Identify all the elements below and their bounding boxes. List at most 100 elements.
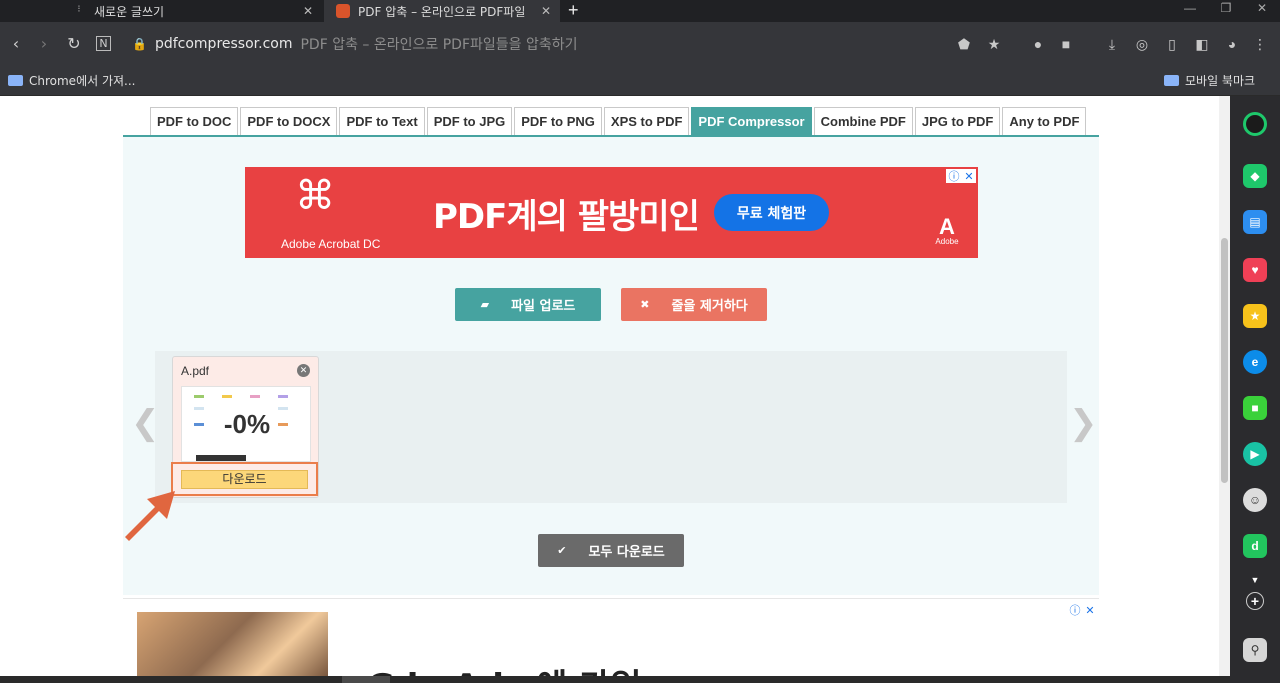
ad-choices[interactable]: ⓘ ✕ xyxy=(1067,603,1097,617)
tab-combine-pdf[interactable]: Combine PDF xyxy=(813,107,913,135)
tab-any-to-pdf[interactable]: Any to PDF xyxy=(1002,107,1087,135)
web-page: PDF to DOC PDF to DOCX PDF to Text PDF t… xyxy=(0,96,1219,676)
tab-title: 새로운 글쓰기 xyxy=(94,4,165,19)
download-all-button[interactable]: ✔ 모두 다운로드 xyxy=(538,534,684,567)
scroll-left-icon[interactable]: ❮ xyxy=(131,403,160,443)
horizontal-scrollbar[interactable] xyxy=(0,676,1230,683)
close-tab-icon[interactable]: ✕ xyxy=(300,4,316,18)
forward-icon[interactable]: › xyxy=(34,34,54,54)
tab-pdf-to-png[interactable]: PDF to PNG xyxy=(514,107,602,135)
inbox-icon[interactable]: ▤ xyxy=(1243,210,1267,234)
scroll-right-icon[interactable]: ❯ xyxy=(1069,403,1098,443)
thumb-block xyxy=(278,395,288,398)
chevron-down-icon[interactable]: ▼ xyxy=(1243,568,1267,592)
square-app-icon[interactable]: ■ xyxy=(1243,396,1267,420)
upload-files-button[interactable]: ▰ 파일 업로드 xyxy=(455,288,601,321)
hscroll-thumb[interactable] xyxy=(342,676,390,683)
tools-nav: PDF to DOC PDF to DOCX PDF to Text PDF t… xyxy=(150,107,1087,135)
url-host: pdfcompressor.com xyxy=(154,36,293,52)
reload-icon[interactable]: ↻ xyxy=(64,34,84,54)
play-icon[interactable]: ▶ xyxy=(1243,442,1267,466)
lock-icon: 🔒 xyxy=(132,37,147,51)
tab-pdf-to-text[interactable]: PDF to Text xyxy=(339,107,425,135)
pocket-icon[interactable]: ♥ xyxy=(1243,258,1267,282)
star-icon[interactable]: ★ xyxy=(984,34,1004,54)
minimize-icon[interactable]: — xyxy=(1170,0,1210,22)
tab-pdf-compressor[interactable]: PDF Compressor xyxy=(691,107,812,135)
edge-icon[interactable]: e xyxy=(1243,350,1267,374)
green-circle-icon[interactable] xyxy=(1243,112,1267,136)
info-icon[interactable]: ⓘ xyxy=(948,168,959,184)
share-icon[interactable]: ● xyxy=(1028,34,1048,54)
clear-queue-button[interactable]: ✖ 줄을 제거하다 xyxy=(621,288,767,321)
pin-icon[interactable]: ⚲ xyxy=(1243,638,1267,662)
ad-cta-button[interactable]: 무료 체험판 xyxy=(714,194,829,231)
side-panel: ◆ ▤ ♥ ★ e ■ ▶ ☺ d ▼ + ⚲ xyxy=(1230,96,1280,683)
file-name: A.pdf xyxy=(181,364,210,378)
close-ad-icon[interactable]: ✕ xyxy=(1085,604,1094,617)
compression-percent: -0% xyxy=(223,409,271,439)
face-avatar-icon[interactable]: ☺ xyxy=(1243,488,1267,512)
tab-pdf-to-doc[interactable]: PDF to DOC xyxy=(150,107,239,135)
tab-pdf-to-jpg[interactable]: PDF to JPG xyxy=(426,107,513,135)
adobe-ad-banner[interactable]: ⌘ Adobe Acrobat DC PDF계의 팔방미인 무료 체험판 A A… xyxy=(245,167,978,258)
extension-icon[interactable]: ■ xyxy=(1056,34,1076,54)
scrollbar-thumb[interactable] xyxy=(1221,238,1228,483)
address-toolbar: ‹ › ↻ N 🔒 pdfcompressor.com PDF 압축 – 온라인… xyxy=(0,22,1280,66)
adobe-logo: A Adobe xyxy=(935,214,959,249)
download-highlight: 다운로드 xyxy=(171,462,318,496)
thumb-block xyxy=(250,395,260,398)
ad-choices[interactable]: ⓘ ✕ xyxy=(946,169,976,183)
page-scrollbar[interactable] xyxy=(1219,96,1230,676)
remove-file-icon[interactable]: ✕ xyxy=(297,364,310,377)
tistory-icon: ⁝ xyxy=(72,4,86,18)
acrobat-logo-icon: ⌘ xyxy=(295,173,335,219)
bell-icon[interactable]: ◆ xyxy=(1243,164,1267,188)
file-thumbnail: -0% xyxy=(181,386,311,462)
folder-icon xyxy=(1164,75,1179,86)
upload-label: 파일 업로드 xyxy=(511,299,576,314)
new-tab-button[interactable]: + xyxy=(568,0,579,22)
clear-label: 줄을 제거하다 xyxy=(671,299,748,314)
d-app-icon[interactable]: d xyxy=(1243,534,1267,558)
tab-strip: ⁝ 새로운 글쓰기 ✕ PDF 압축 – 온라인으로 PDF파일 ✕ + — ❐… xyxy=(0,0,1280,22)
thumb-bar xyxy=(196,455,246,461)
ad-brand: Adobe Acrobat DC xyxy=(281,237,381,251)
adobe-a-icon: A xyxy=(939,214,955,239)
bookmarks-bar: Chrome에서 가져... 모바일 북마크 xyxy=(0,66,1280,96)
add-icon[interactable]: + xyxy=(1246,592,1264,610)
ad-photo xyxy=(137,612,328,676)
bookmark-folder-imported[interactable]: Chrome에서 가져... xyxy=(8,72,136,89)
pdf-compressor-favicon-icon xyxy=(336,4,350,18)
close-ad-icon[interactable]: ✕ xyxy=(964,170,973,183)
tab-title: PDF 압축 – 온라인으로 PDF파일 xyxy=(358,4,526,19)
google-ads-banner[interactable]: G le Ads 에 가입 ⓘ ✕ xyxy=(123,598,1099,676)
sidebar-toggle-icon[interactable]: ◧ xyxy=(1192,34,1212,54)
info-icon[interactable]: ⓘ xyxy=(1069,602,1080,618)
browser-tab-pdf-compressor[interactable]: PDF 압축 – 온라인으로 PDF파일 ✕ xyxy=(324,0,560,22)
profile-avatar-icon[interactable]: ◕ xyxy=(1222,34,1242,54)
reader-icon[interactable]: ▯ xyxy=(1162,34,1182,54)
bookmark-folder-mobile[interactable]: 모바일 북마크 xyxy=(1164,72,1255,89)
favorites-star-icon[interactable]: ★ xyxy=(1243,304,1267,328)
tab-xps-to-pdf[interactable]: XPS to PDF xyxy=(603,107,690,135)
close-window-icon[interactable]: ✕ xyxy=(1242,0,1280,22)
thumb-block xyxy=(194,395,204,398)
download-file-button[interactable]: 다운로드 xyxy=(181,470,308,489)
tab-pdf-to-docx[interactable]: PDF to DOCX xyxy=(240,107,338,135)
menu-icon[interactable]: ⋮ xyxy=(1250,34,1270,54)
ad-headline: PDF계의 팔방미인 xyxy=(433,197,700,237)
download-icon[interactable]: ⤓ xyxy=(1102,34,1122,54)
back-icon[interactable]: ‹ xyxy=(6,34,26,54)
naver-icon[interactable]: N xyxy=(96,36,111,51)
browser-tab-new-post[interactable]: ⁝ 새로운 글쓰기 ✕ xyxy=(60,0,322,22)
screenshot-icon[interactable]: ◎ xyxy=(1132,34,1152,54)
tab-jpg-to-pdf[interactable]: JPG to PDF xyxy=(914,107,1001,135)
shield-icon[interactable]: ⬟ xyxy=(954,34,974,54)
url-page-title: PDF 압축 – 온라인으로 PDF파일들을 압축하기 xyxy=(300,37,578,53)
orange-arrow-icon xyxy=(125,491,175,541)
close-tab-icon[interactable]: ✕ xyxy=(538,4,554,18)
check-icon: ✔ xyxy=(557,544,567,557)
restore-icon[interactable]: ❐ xyxy=(1206,0,1246,22)
omnibox[interactable]: 🔒 pdfcompressor.com PDF 압축 – 온라인으로 PDF파일… xyxy=(132,30,952,58)
